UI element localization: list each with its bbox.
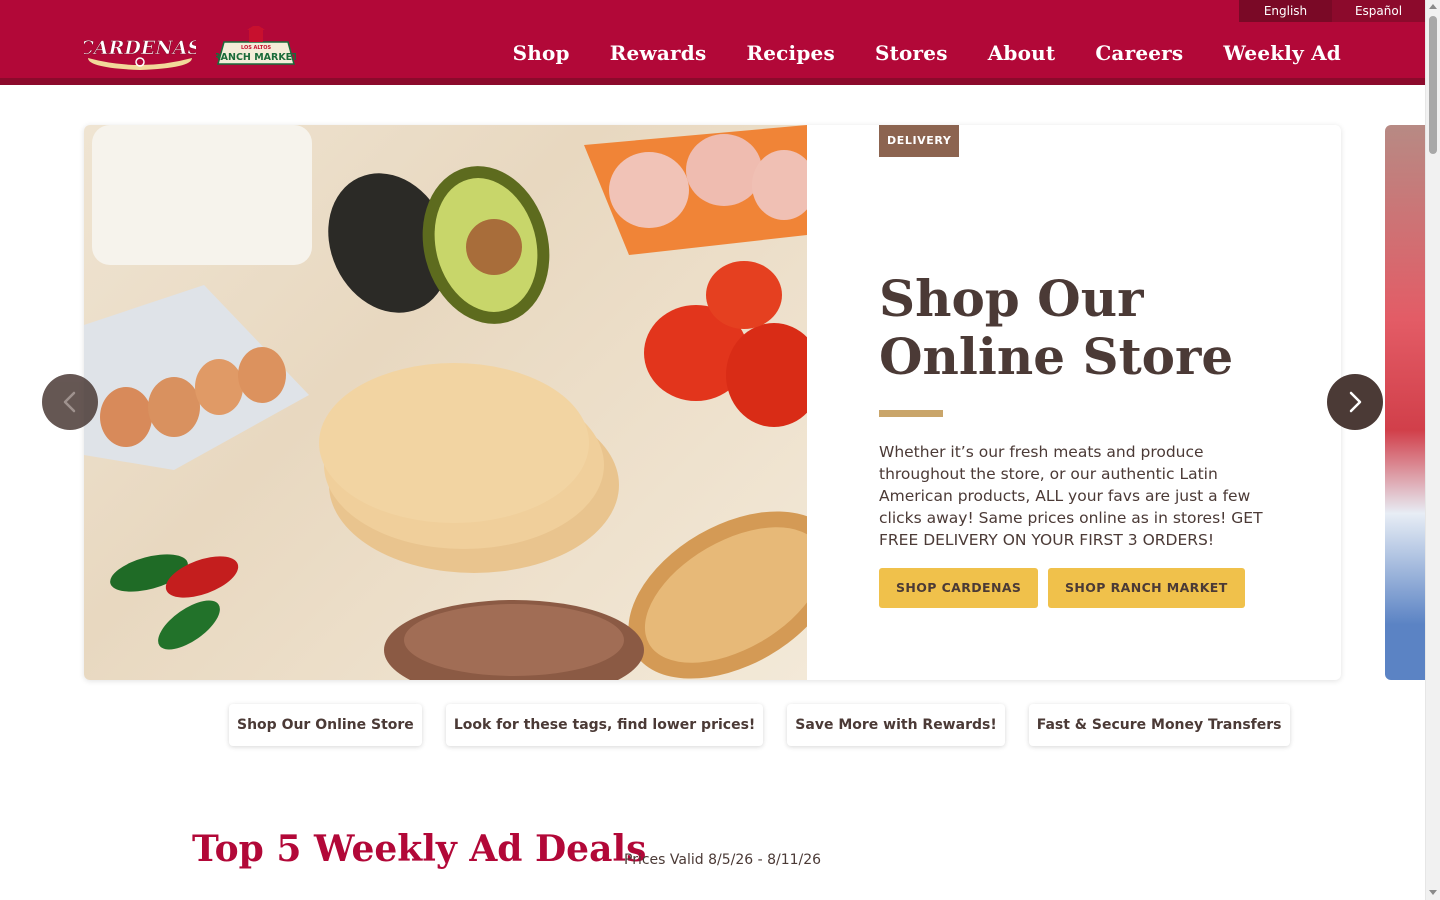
ranch-market-logo[interactable]: LOS ALTOS RANCH MARKET	[216, 26, 296, 68]
nav-recipes[interactable]: Recipes	[746, 41, 835, 65]
hero-description: Whether it’s our fresh meats and produce…	[879, 443, 1263, 549]
tab-money-transfers[interactable]: Fast & Secure Money Transfers	[1028, 704, 1290, 746]
carousel-tabs: Shop Our Online Store Look for these tag…	[229, 704, 1290, 746]
nav-stores[interactable]: Stores	[875, 41, 948, 65]
scroll-down-icon[interactable]	[1429, 890, 1437, 895]
hero-slide: DELIVERY Shop Our Online Store Whether i…	[84, 125, 1341, 680]
nav-weekly-ad[interactable]: Weekly Ad	[1223, 41, 1341, 65]
title-divider	[879, 410, 943, 417]
cardenas-logo[interactable]: CARDENAS	[84, 28, 196, 72]
delivery-badge: DELIVERY	[879, 125, 960, 157]
carousel-prev-button[interactable]	[42, 374, 98, 430]
nav-about[interactable]: About	[988, 41, 1056, 65]
shop-cardenas-button[interactable]: SHOP CARDENAS	[879, 568, 1039, 608]
svg-text:CARDENAS: CARDENAS	[84, 37, 196, 59]
scrollbar-thumb[interactable]	[1429, 16, 1437, 154]
carousel-next-button[interactable]	[1327, 374, 1383, 430]
language-switcher: English Español	[1239, 0, 1425, 22]
hero-image	[84, 125, 807, 680]
main-nav: Shop Rewards Recipes Stores About Career…	[513, 41, 1341, 65]
chevron-left-icon	[63, 391, 76, 413]
next-slide-preview[interactable]	[1385, 125, 1425, 680]
hero-title: Shop Our Online Store	[879, 269, 1234, 386]
weekly-deals-title: Top 5 Weekly Ad Deals	[192, 828, 647, 870]
hero-content: DELIVERY Shop Our Online Store Whether i…	[879, 125, 1319, 680]
nav-rewards[interactable]: Rewards	[610, 41, 707, 65]
page-scrollbar[interactable]	[1425, 0, 1440, 900]
svg-text:RANCH MARKET: RANCH MARKET	[216, 52, 296, 63]
svg-text:LOS ALTOS: LOS ALTOS	[241, 45, 271, 51]
chevron-right-icon	[1349, 391, 1362, 413]
tab-rewards[interactable]: Save More with Rewards!	[787, 704, 1005, 746]
nav-shop[interactable]: Shop	[513, 41, 570, 65]
tab-lower-prices[interactable]: Look for these tags, find lower prices!	[445, 704, 764, 746]
scroll-up-icon[interactable]	[1429, 4, 1437, 9]
prices-valid-text: Prices Valid 8/5/26 - 8/11/26	[624, 852, 822, 868]
site-header: English Español CARDENAS LOS ALTOS RANCH…	[0, 0, 1425, 85]
nav-careers[interactable]: Careers	[1095, 41, 1183, 65]
language-espanol[interactable]: Español	[1332, 0, 1425, 22]
tab-online-store[interactable]: Shop Our Online Store	[229, 704, 422, 746]
language-english[interactable]: English	[1239, 0, 1332, 22]
shop-ranch-market-button[interactable]: SHOP RANCH MARKET	[1048, 568, 1245, 608]
